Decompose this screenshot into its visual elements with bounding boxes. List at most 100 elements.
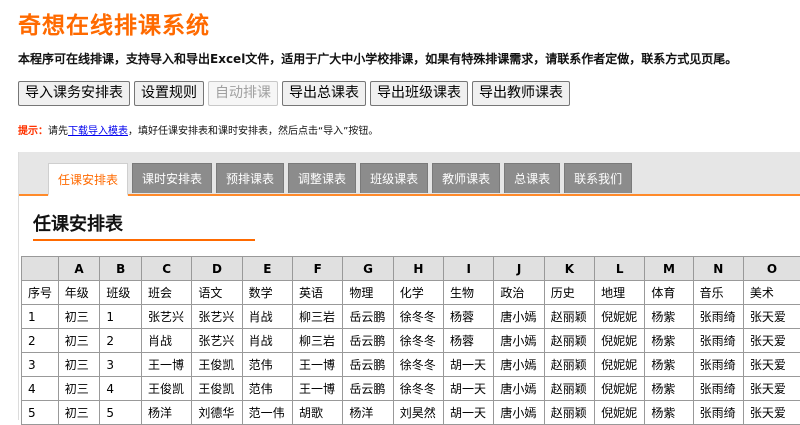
table-cell[interactable]: 初三 — [58, 353, 100, 377]
table-cell[interactable]: 王一博 — [293, 377, 343, 401]
table-cell[interactable]: 张艺兴 — [141, 305, 191, 329]
table-cell[interactable]: 1 — [100, 305, 142, 329]
table-cell[interactable]: 张天爱 — [743, 353, 800, 377]
export-total-button[interactable]: 导出总课表 — [282, 81, 366, 106]
column-letter: A — [58, 257, 100, 281]
table-cell[interactable]: 赵丽颖 — [544, 329, 594, 353]
table-cell[interactable]: 王俊凯 — [192, 377, 242, 401]
table-cell[interactable]: 王一博 — [141, 353, 191, 377]
table-cell[interactable]: 徐冬冬 — [393, 377, 443, 401]
tab-5[interactable]: 班级课表 — [360, 163, 428, 193]
table-cell[interactable]: 唐小嫣 — [494, 377, 544, 401]
table-cell[interactable]: 4 — [100, 377, 142, 401]
table-cell[interactable]: 范伟 — [242, 353, 292, 377]
table-cell[interactable]: 唐小嫣 — [494, 305, 544, 329]
export-teacher-button[interactable]: 导出教师课表 — [472, 81, 570, 106]
table-cell[interactable]: 张天爱 — [743, 377, 800, 401]
table-cell[interactable]: 岳云鹏 — [343, 329, 393, 353]
column-letter: H — [393, 257, 443, 281]
auto-schedule-button[interactable]: 自动排课 — [208, 81, 278, 106]
table-cell[interactable]: 倪妮妮 — [595, 329, 645, 353]
table-cell[interactable]: 杨洋 — [343, 401, 393, 425]
tab-6[interactable]: 教师课表 — [432, 163, 500, 193]
column-letter: L — [595, 257, 645, 281]
table-cell[interactable]: 杨紫 — [645, 305, 693, 329]
table-cell[interactable]: 赵丽颖 — [544, 401, 594, 425]
table-cell[interactable]: 张雨绮 — [693, 305, 743, 329]
table-cell[interactable]: 张雨绮 — [693, 401, 743, 425]
table-cell[interactable]: 杨紫 — [645, 401, 693, 425]
table-cell[interactable]: 张天爱 — [743, 329, 800, 353]
table-cell[interactable]: 4 — [22, 377, 59, 401]
table-cell[interactable]: 2 — [22, 329, 59, 353]
table-cell[interactable]: 张雨绮 — [693, 329, 743, 353]
table-cell[interactable]: 唐小嫣 — [494, 401, 544, 425]
tab-2[interactable]: 课时安排表 — [132, 163, 212, 193]
table-cell[interactable]: 5 — [100, 401, 142, 425]
tab-3[interactable]: 预排课表 — [216, 163, 284, 193]
table-cell[interactable]: 王一博 — [293, 353, 343, 377]
table-cell[interactable]: 胡一天 — [444, 401, 494, 425]
table-cell[interactable]: 初三 — [58, 401, 100, 425]
table-cell[interactable]: 岳云鹏 — [343, 305, 393, 329]
table-cell[interactable]: 初三 — [58, 329, 100, 353]
table-cell[interactable]: 岳云鹏 — [343, 377, 393, 401]
table-cell[interactable]: 王俊凯 — [141, 377, 191, 401]
table-cell[interactable]: 胡一天 — [444, 377, 494, 401]
table-cell[interactable]: 张雨绮 — [693, 353, 743, 377]
table-cell[interactable]: 徐冬冬 — [393, 353, 443, 377]
table-cell[interactable]: 张天爱 — [743, 401, 800, 425]
tab-1[interactable]: 任课安排表 — [48, 163, 128, 196]
table-cell[interactable]: 柳三岩 — [293, 305, 343, 329]
table-cell[interactable]: 杨紫 — [645, 377, 693, 401]
table-cell[interactable]: 刘昊然 — [393, 401, 443, 425]
table-cell[interactable]: 赵丽颖 — [544, 305, 594, 329]
table-cell[interactable]: 王俊凯 — [192, 353, 242, 377]
download-template-link[interactable]: 下载导入模表 — [68, 126, 128, 137]
table-cell[interactable]: 胡一天 — [444, 353, 494, 377]
table-cell[interactable]: 杨洋 — [141, 401, 191, 425]
table-cell[interactable]: 倪妮妮 — [595, 305, 645, 329]
table-cell[interactable]: 张艺兴 — [192, 329, 242, 353]
table-cell[interactable]: 杨蓉 — [444, 305, 494, 329]
table-cell[interactable]: 倪妮妮 — [595, 401, 645, 425]
table-cell[interactable]: 杨紫 — [645, 353, 693, 377]
table-cell[interactable]: 肖战 — [242, 329, 292, 353]
table-cell[interactable]: 徐冬冬 — [393, 305, 443, 329]
table-cell[interactable]: 范一伟 — [242, 401, 292, 425]
table-cell[interactable]: 张艺兴 — [192, 305, 242, 329]
tab-bar: 任课安排表课时安排表预排课表调整课表班级课表教师课表总课表联系我们 — [19, 152, 800, 196]
table-cell[interactable]: 范伟 — [242, 377, 292, 401]
table-cell[interactable]: 3 — [100, 353, 142, 377]
table-cell[interactable]: 3 — [22, 353, 59, 377]
table-cell[interactable]: 柳三岩 — [293, 329, 343, 353]
table-cell[interactable]: 岳云鹏 — [343, 353, 393, 377]
table-cell[interactable]: 2 — [100, 329, 142, 353]
table-cell[interactable]: 唐小嫣 — [494, 353, 544, 377]
table-cell[interactable]: 1 — [22, 305, 59, 329]
table-cell[interactable]: 5 — [22, 401, 59, 425]
table-cell[interactable]: 张雨绮 — [693, 377, 743, 401]
export-class-button[interactable]: 导出班级课表 — [370, 81, 468, 106]
table-cell[interactable]: 唐小嫣 — [494, 329, 544, 353]
table-cell[interactable]: 肖战 — [141, 329, 191, 353]
table-cell[interactable]: 赵丽颖 — [544, 353, 594, 377]
table-cell[interactable]: 倪妮妮 — [595, 377, 645, 401]
table-cell[interactable]: 倪妮妮 — [595, 353, 645, 377]
import-course-button[interactable]: 导入课务安排表 — [18, 81, 130, 106]
table-cell[interactable]: 肖战 — [242, 305, 292, 329]
table-cell[interactable]: 初三 — [58, 377, 100, 401]
tab-8[interactable]: 联系我们 — [564, 163, 632, 193]
tab-4[interactable]: 调整课表 — [288, 163, 356, 193]
table-cell[interactable]: 张天爱 — [743, 305, 800, 329]
table-cell[interactable]: 胡歌 — [293, 401, 343, 425]
table-cell[interactable]: 刘德华 — [192, 401, 242, 425]
column-letter: B — [100, 257, 142, 281]
set-rules-button[interactable]: 设置规则 — [134, 81, 204, 106]
table-cell[interactable]: 初三 — [58, 305, 100, 329]
table-cell[interactable]: 赵丽颖 — [544, 377, 594, 401]
table-cell[interactable]: 杨蓉 — [444, 329, 494, 353]
tab-7[interactable]: 总课表 — [504, 163, 560, 193]
table-cell[interactable]: 徐冬冬 — [393, 329, 443, 353]
table-cell[interactable]: 杨紫 — [645, 329, 693, 353]
